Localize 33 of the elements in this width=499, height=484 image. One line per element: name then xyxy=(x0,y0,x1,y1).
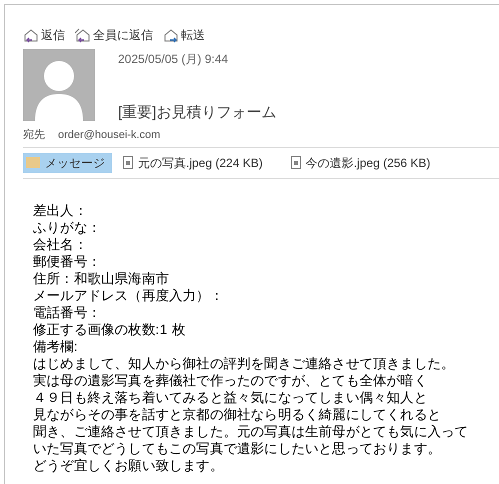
file-icon xyxy=(290,156,301,169)
body-text-line: 見ながらその事を話すと京都の御社なら明るく綺麗にしてくれると xyxy=(33,406,442,422)
recipient-address: order@housei-k.com xyxy=(58,128,160,144)
attachment-tab[interactable]: メッセージ xyxy=(23,152,112,172)
reply-all-icon xyxy=(75,28,90,42)
file-icon xyxy=(123,156,133,169)
attachment-tab[interactable]: 今の遺影.jpeg (256 KB) xyxy=(288,152,434,172)
body-text-line: 修正する画像の枚数:1 枚 xyxy=(33,320,187,338)
body-text-line: はじめまして、知人から御社の評判を聞きご連絡させて頂きました。 xyxy=(33,354,456,372)
body-text-line: 差出人： xyxy=(33,202,88,218)
reply-icon xyxy=(23,28,38,42)
folder-icon xyxy=(26,157,40,168)
body-text-line: 備考欄: xyxy=(33,338,80,354)
body-text-line: ４９日も終え落ち着いてみると益々気になってしまい偶々知人と xyxy=(33,388,428,406)
body-text-line: 会社名： xyxy=(33,236,88,252)
body-text-line: メールアドレス（再度入力）： xyxy=(33,286,224,304)
body-text-line: どうぞ宜しくお願い致します。 xyxy=(33,456,224,474)
date-text: 2025/05/05 (月) 9:44 xyxy=(118,51,230,68)
body-text-line: いた写真でどうしてもこの写真で遺影にしたいと思っております。 xyxy=(33,440,442,456)
subject-text: [重要]お見積りフォーム xyxy=(118,103,276,123)
body-text-line: 郵便番号： xyxy=(33,252,102,270)
action-button[interactable]: 全員に返信 xyxy=(75,26,153,44)
avatar-icon xyxy=(23,49,95,121)
recipient-label: 宛先 xyxy=(23,128,45,144)
body-text-line: 電話番号： xyxy=(33,304,102,320)
body-text-line: ふりがな： xyxy=(33,218,102,236)
body-text-line: 聞き、ご連絡させて頂きました。元の写真は生前母がとても気に入って xyxy=(33,422,470,440)
forward-icon xyxy=(163,28,178,42)
body-text-line: 住所：和歌山県海南市 xyxy=(33,270,170,286)
attachment-tab[interactable]: 元の写真.jpeg (224 KB) xyxy=(120,152,266,172)
body-text-line: 実は母の遺影写真を葬儀社で作ったのですが、とても全体が暗く xyxy=(33,372,428,388)
action-button[interactable]: 転送 xyxy=(163,26,205,44)
action-button[interactable]: 返信 xyxy=(23,26,65,44)
